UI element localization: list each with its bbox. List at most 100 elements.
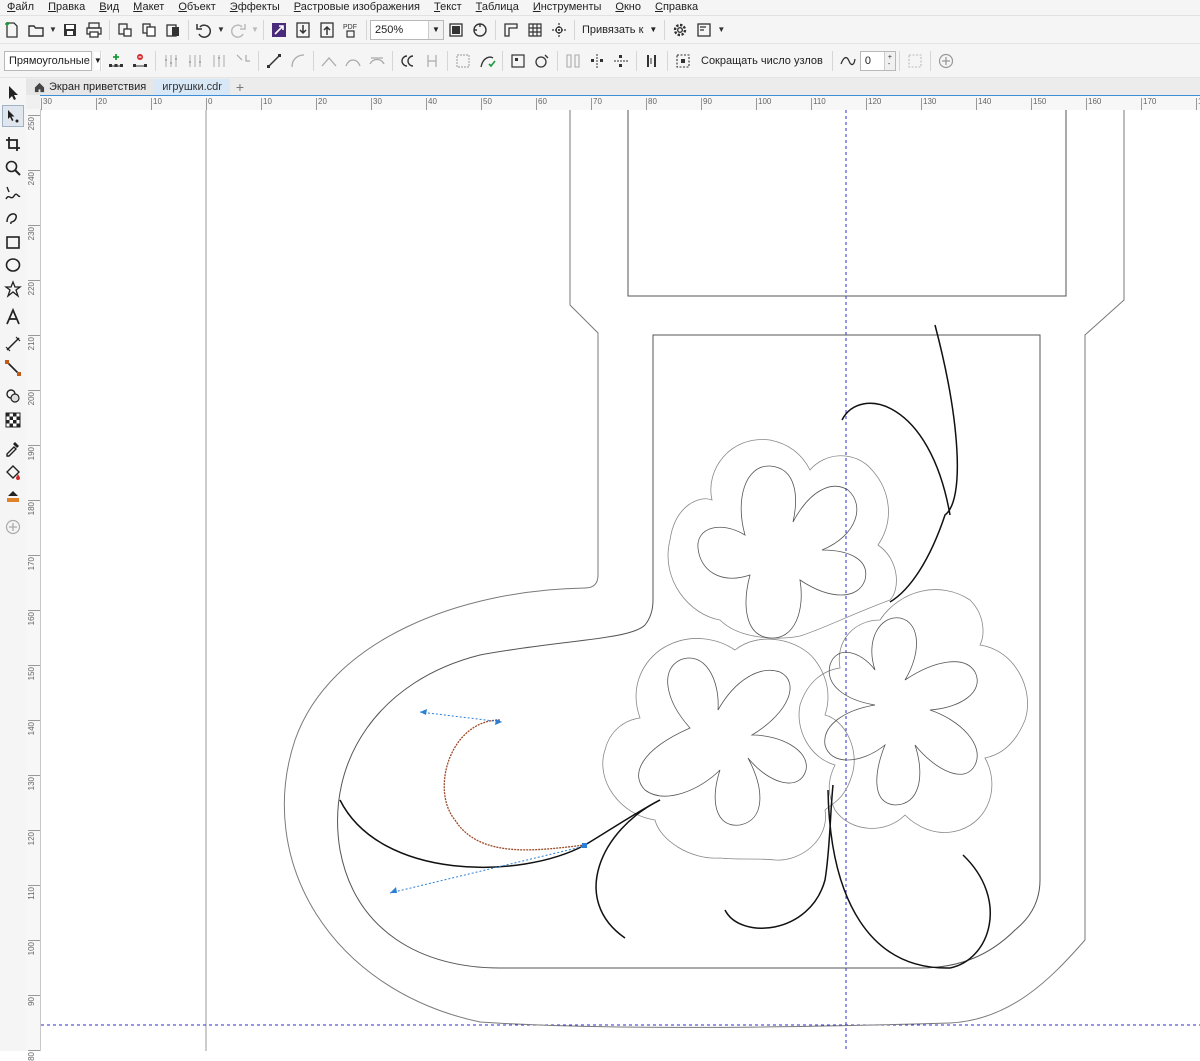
menu-item[interactable]: Вид: [92, 0, 126, 15]
flower-left-petals[interactable]: [638, 657, 807, 826]
interactive-fill-tool-icon[interactable]: [2, 461, 24, 483]
menu-item[interactable]: Таблица: [469, 0, 526, 15]
full-screen-icon[interactable]: [445, 19, 467, 41]
mirror-vertical-icon[interactable]: [586, 50, 608, 72]
drop-shadow-tool-icon[interactable]: [2, 385, 24, 407]
launcher-dropdown-arrow[interactable]: ▼: [716, 19, 726, 41]
dimension-tool-icon[interactable]: [2, 333, 24, 355]
toolbar-separator: [313, 50, 314, 71]
flower-top-petals[interactable]: [697, 465, 867, 639]
shape-tool-icon[interactable]: [2, 105, 24, 127]
drawing: [41, 110, 1200, 1051]
bezier-tool-icon[interactable]: [2, 206, 24, 228]
clipboard-icon[interactable]: [162, 19, 184, 41]
export-arrow-icon[interactable]: [316, 19, 338, 41]
control-handle-arrow-icon[interactable]: [390, 887, 397, 893]
add-tool-icon[interactable]: [2, 516, 24, 538]
spinner-arrows-icon[interactable]: + -: [883, 51, 895, 70]
menu-item[interactable]: Макет: [126, 0, 171, 15]
menu-item[interactable]: Справка: [648, 0, 705, 15]
pick-tool-icon[interactable]: [2, 82, 24, 104]
ruler-tick-label: 170: [1143, 97, 1157, 106]
ellipse-tool-icon[interactable]: [2, 254, 24, 276]
select-all-nodes-icon[interactable]: [672, 50, 694, 72]
swirl-selected-curve[interactable]: [443, 719, 586, 851]
swirl-bottom-long[interactable]: [827, 789, 991, 969]
sock-inner-outline[interactable]: [337, 334, 1041, 969]
new-document-button[interactable]: [1, 19, 23, 41]
import-icon[interactable]: [114, 19, 136, 41]
open-dropdown-arrow[interactable]: ▼: [48, 19, 58, 41]
menu-item[interactable]: Инструменты: [526, 0, 609, 15]
smart-fill-tool-icon[interactable]: [2, 484, 24, 506]
reflect-nodes-icon[interactable]: [531, 50, 553, 72]
ruler-origin[interactable]: [26, 95, 41, 110]
freehand-tool-icon[interactable]: [2, 183, 24, 205]
swirl-bottom-middle[interactable]: [724, 784, 834, 929]
control-handle-arrow-icon[interactable]: [420, 709, 427, 715]
export-icon[interactable]: [138, 19, 160, 41]
ruler-tick: [28, 115, 40, 116]
delete-node-icon[interactable]: [129, 50, 151, 72]
vertical-ruler[interactable]: 250 240 230 220 210 200 190 180 170 160 150 140 130 1…: [26, 109, 41, 1061]
chevron-down-icon[interactable]: ▼: [428, 20, 443, 39]
app-launcher-icon[interactable]: [693, 19, 715, 41]
zoom-tool-icon[interactable]: [2, 157, 24, 179]
menu-item[interactable]: Растровые изображения: [287, 0, 427, 15]
snap-to-dropdown[interactable]: Привязать к ▼: [578, 24, 661, 36]
align-nodes-icon[interactable]: [507, 50, 529, 72]
ruler-tick: [756, 98, 757, 110]
undo-dropdown-arrow[interactable]: ▼: [216, 19, 226, 41]
gear-icon[interactable]: [669, 19, 691, 41]
save-icon[interactable]: [59, 19, 81, 41]
tab-welcome-screen[interactable]: Экран приветствия: [26, 79, 155, 95]
curve-node[interactable]: [582, 843, 587, 848]
publish-pdf-icon[interactable]: PDF: [340, 19, 362, 41]
swirl-left-long[interactable]: [339, 799, 661, 869]
show-rulers-icon[interactable]: [500, 19, 522, 41]
menu-item[interactable]: Объект: [171, 0, 222, 15]
menu-item[interactable]: Текст: [427, 0, 469, 15]
horizontal-ruler[interactable]: 30 20 10 0 10 20 30 40 50 60 70 80 90 100 110 120 130 140…: [40, 95, 1200, 111]
rulers-icon[interactable]: [469, 19, 491, 41]
crop-tool-icon[interactable]: [2, 133, 24, 155]
mirror-both-icon[interactable]: [610, 50, 632, 72]
text-tool-icon[interactable]: [2, 306, 24, 328]
rectangle-tool-icon[interactable]: [2, 231, 24, 253]
add-tab-icon[interactable]: +: [232, 79, 248, 95]
swirl-bottom-left[interactable]: [595, 799, 661, 939]
corel-connect-icon[interactable]: [268, 19, 290, 41]
show-guidelines-icon[interactable]: [548, 19, 570, 41]
menu-item[interactable]: Правка: [41, 0, 92, 15]
flower-left-outline[interactable]: [602, 638, 855, 861]
eyedropper-tool-icon[interactable]: [2, 437, 24, 459]
convert-to-line-icon[interactable]: [263, 50, 285, 72]
swirl-top-right[interactable]: [889, 324, 959, 603]
sock-cuff[interactable]: [627, 110, 1067, 297]
import-arrow-icon[interactable]: [292, 19, 314, 41]
polygon-tool-icon[interactable]: [2, 278, 24, 300]
tab-document[interactable]: игрушки.cdr: [154, 79, 230, 95]
connector-tool-icon[interactable]: [2, 357, 24, 379]
undo-icon[interactable]: [193, 19, 215, 41]
flower-right-petals[interactable]: [824, 617, 978, 806]
curve-smoothness-input[interactable]: 0 + -: [859, 50, 896, 71]
reduce-nodes-label[interactable]: Сокращать число узлов: [695, 55, 829, 67]
add-node-icon[interactable]: [105, 50, 127, 72]
open-folder-icon[interactable]: [25, 19, 47, 41]
transparency-tool-icon[interactable]: [2, 409, 24, 431]
print-icon[interactable]: [83, 19, 105, 41]
add-tool-icon[interactable]: [935, 50, 957, 72]
drawing-canvas[interactable]: [41, 110, 1200, 1051]
elastic-mode-icon[interactable]: [641, 50, 663, 72]
menu-item[interactable]: Окно: [608, 0, 648, 15]
menu-item[interactable]: Эффекты: [223, 0, 287, 15]
zoom-level-combo[interactable]: 250% ▼: [370, 19, 444, 40]
node-type-select[interactable]: Прямоугольные ▼: [4, 50, 102, 71]
reverse-direction-icon[interactable]: [397, 50, 419, 72]
show-grid-icon[interactable]: [524, 19, 546, 41]
toolbar-separator: [557, 50, 558, 71]
rotate-nodes-icon[interactable]: [476, 50, 498, 72]
sock-outer-outline[interactable]: [283, 110, 1125, 1028]
menu-item[interactable]: Файл: [0, 0, 41, 15]
